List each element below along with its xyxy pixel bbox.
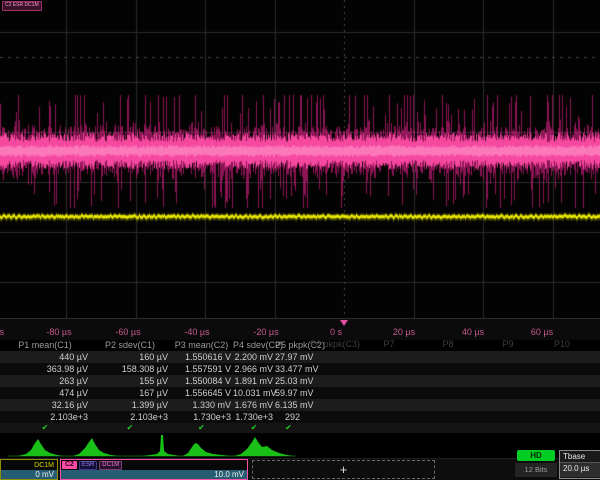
measurement-value: 474 µV <box>0 388 90 398</box>
measurement-value: 160 µV <box>90 352 170 362</box>
measurement-header-unused[interactable]: P9 <box>502 339 513 349</box>
timebase-ruler: -100 µs -80 µs -60 µs -40 µs -20 µs 0 s 20 µs 4… <box>0 318 600 340</box>
measurement-value: 155 µV <box>90 376 170 386</box>
status-check-icon: ✔ <box>170 423 233 433</box>
status-check-icon: ✔ <box>0 423 90 433</box>
measurement-header-p5[interactable]: P5 pkpk(C2) <box>275 340 302 350</box>
measurement-row: 363.98 µV158.308 µV1.557591 V2.966 mV33.… <box>0 363 600 375</box>
measurement-value: 2.200 mV <box>233 352 275 362</box>
timebase-scale-value: 20.0 µs <box>560 463 600 477</box>
measurement-value: 25.03 mV <box>275 376 302 386</box>
measurement-header-unused[interactable]: P10 <box>554 339 570 349</box>
measurement-value: 6.135 mV <box>275 400 302 410</box>
measurement-value: 59.97 mV <box>275 388 302 398</box>
trigger-position-marker[interactable] <box>340 320 348 326</box>
waveform-display[interactable] <box>0 0 600 318</box>
measurement-value: 1.676 mV <box>233 400 275 410</box>
histicon-shape <box>234 437 293 456</box>
measurement-value: 32.16 µV <box>0 400 90 410</box>
measurement-value: 27.97 mV <box>275 352 302 362</box>
bottom-toolbar: DC1M 0 mV C2 ESR DC1M 10.0 mV + <box>0 458 600 480</box>
time-tick-label: 0 s <box>330 327 342 337</box>
time-tick-label: -60 µs <box>115 327 140 337</box>
c1-descriptor-box[interactable]: DC1M 0 mV <box>0 459 58 480</box>
parameter-histicons <box>0 433 600 458</box>
measurement-row: 263 µV155 µV1.550084 V1.891 mV25.03 mV <box>0 375 600 387</box>
status-check-icon: ✔ <box>275 423 302 433</box>
time-tick-label: -20 µs <box>253 327 278 337</box>
measurement-table: P1 mean(C1)P2 sdev(C1)P3 mean(C2)P4 sdev… <box>0 339 600 433</box>
add-trace-button[interactable]: + <box>252 460 435 479</box>
measurement-row: 440 µV160 µV1.550616 V2.200 mV27.97 mV <box>0 351 600 363</box>
measurement-value: 1.891 mV <box>233 376 275 386</box>
time-tick-label: -100 µs <box>0 327 4 337</box>
measurement-row: 32.16 µV1.399 µV1.330 mV1.676 mV6.135 mV <box>0 399 600 411</box>
measurement-value: 1.330 mV <box>170 400 233 410</box>
measurement-value: 1.557591 V <box>170 364 233 374</box>
c1-coupling-badge: DC1M <box>2 462 56 469</box>
measurement-value: 440 µV <box>0 352 90 362</box>
measurement-header-unused[interactable]: P8 <box>442 339 453 349</box>
trace-descriptor-badge[interactable]: C2 ESR DC1M <box>2 1 42 11</box>
time-tick-label: 60 µs <box>531 327 553 337</box>
measurement-value: 2.103e+3 <box>0 412 90 422</box>
measurement-value: 1.730e+3 <box>233 412 275 422</box>
histicon-shape <box>18 439 63 456</box>
hd-bits-label: 12 Bits <box>515 463 557 477</box>
measurement-value: 292 <box>275 412 302 422</box>
hd-mode-badge[interactable]: HD <box>517 450 555 461</box>
measurement-value: 1.550616 V <box>170 352 233 362</box>
measurement-header-unused[interactable]: P7 <box>383 339 394 349</box>
histicon-shape <box>142 435 179 456</box>
status-check-icon: ✔ <box>233 423 275 433</box>
measurement-header-unused[interactable]: P6 pkpk(C3) <box>310 339 360 349</box>
c2-esr-badge: ESR <box>79 461 97 470</box>
c2-descriptor-box[interactable]: C2 ESR DC1M 10.0 mV <box>60 459 248 480</box>
measurement-row: 474 µV167 µV1.556645 V10.031 mV59.97 mV <box>0 387 600 399</box>
measurement-value: 2.103e+3 <box>90 412 170 422</box>
status-check-icon: ✔ <box>90 423 170 433</box>
c2-channel-badge: C2 <box>62 461 77 469</box>
measurement-value: 33.477 mV <box>275 364 302 374</box>
measurement-value: 1.556645 V <box>170 388 233 398</box>
histicon-shape <box>73 438 118 456</box>
measurement-value: 1.550084 V <box>170 376 233 386</box>
measurement-header-p3[interactable]: P3 mean(C2) <box>170 340 233 350</box>
time-tick-label: -40 µs <box>184 327 209 337</box>
measurement-value: 263 µV <box>0 376 90 386</box>
measurement-value: 158.308 µV <box>90 364 170 374</box>
measurement-value: 1.730e+3 <box>170 412 233 422</box>
measurement-table-header: P1 mean(C1)P2 sdev(C1)P3 mean(C2)P4 sdev… <box>0 339 600 351</box>
measurement-value: 2.966 mV <box>233 364 275 374</box>
time-tick-label: 20 µs <box>393 327 415 337</box>
time-tick-label: 40 µs <box>462 327 484 337</box>
oscilloscope-screen: C2 ESR DC1M -100 µs -80 µs -60 µs -40 µs -20… <box>0 0 600 480</box>
measurement-row: 2.103e+32.103e+31.730e+31.730e+3292 <box>0 411 600 423</box>
measurement-header-p1[interactable]: P1 mean(C1) <box>0 340 90 350</box>
timebase-label: Tbase <box>560 451 600 463</box>
c2-scale-value: 10.0 mV <box>61 470 247 479</box>
measurement-value: 167 µV <box>90 388 170 398</box>
measurement-header-p2[interactable]: P2 sdev(C1) <box>90 340 170 350</box>
timebase-descriptor-box[interactable]: Tbase 20.0 µs <box>559 450 600 479</box>
time-tick-label: -80 µs <box>46 327 71 337</box>
c2-coupling-badge: DC1M <box>99 461 122 470</box>
histicon-shape <box>183 443 230 456</box>
measurement-value: 363.98 µV <box>0 364 90 374</box>
c1-scale-value: 0 mV <box>1 470 57 479</box>
measurement-header-p4[interactable]: P4 sdev(C2) <box>233 340 275 350</box>
measurement-value: 1.399 µV <box>90 400 170 410</box>
measurement-status-row: ✔✔✔✔✔ <box>0 423 600 433</box>
measurement-value: 10.031 mV <box>233 388 275 398</box>
